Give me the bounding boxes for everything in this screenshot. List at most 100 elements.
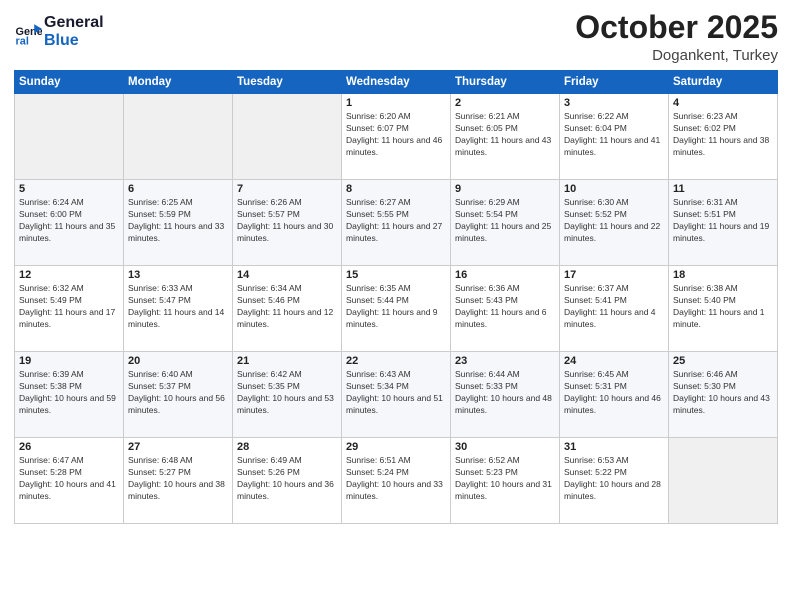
day-number: 19 [19,355,119,367]
day-number: 31 [564,441,664,453]
day-number: 25 [673,355,773,367]
table-row: 6 Sunrise: 6:25 AM Sunset: 5:59 PM Daylig… [124,180,233,266]
day-info: Sunrise: 6:40 AM Sunset: 5:37 PM Dayligh… [128,369,228,417]
day-number: 13 [128,269,228,281]
table-row: 22 Sunrise: 6:43 AM Sunset: 5:34 PM Dayli… [342,352,451,438]
day-number: 6 [128,183,228,195]
day-info: Sunrise: 6:51 AM Sunset: 5:24 PM Dayligh… [346,455,446,503]
table-row [124,94,233,180]
day-info: Sunrise: 6:53 AM Sunset: 5:22 PM Dayligh… [564,455,664,503]
table-row: 17Sunrise: 6:37 AM Sunset: 5:41 PM Dayli… [560,266,669,352]
day-info: Sunrise: 6:23 AM Sunset: 6:02 PM Dayligh… [673,111,773,159]
day-number: 27 [128,441,228,453]
table-row: 16 Sunrise: 6:36 AM Sunset: 5:43 PM Dayli… [451,266,560,352]
col-thursday: Thursday [451,71,560,94]
day-info: Sunrise: 6:48 AM Sunset: 5:27 PM Dayligh… [128,455,228,503]
day-info: Sunrise: 6:20 AM Sunset: 6:07 PM Dayligh… [346,111,446,159]
table-row [233,94,342,180]
table-row: 26Sunrise: 6:47 AM Sunset: 5:28 PM Dayli… [15,438,124,524]
calendar-week-row: 12 Sunrise: 6:32 AM Sunset: 5:49 PM Dayli… [15,266,778,352]
day-number: 29 [346,441,446,453]
table-row: 1 Sunrise: 6:20 AM Sunset: 6:07 PM Daylig… [342,94,451,180]
page: Gene ral General Blue October 2025 Dogan… [0,0,792,612]
day-info: Sunrise: 6:47 AM Sunset: 5:28 PM Dayligh… [19,455,119,503]
day-number: 10 [564,183,664,195]
calendar-week-row: 1 Sunrise: 6:20 AM Sunset: 6:07 PM Daylig… [15,94,778,180]
table-row: 3 Sunrise: 6:22 AM Sunset: 6:04 PM Daylig… [560,94,669,180]
table-row: 14Sunrise: 6:34 AM Sunset: 5:46 PM Dayli… [233,266,342,352]
day-info: Sunrise: 6:21 AM Sunset: 6:05 PM Dayligh… [455,111,555,159]
day-info: Sunrise: 6:44 AM Sunset: 5:33 PM Dayligh… [455,369,555,417]
day-info: Sunrise: 6:42 AM Sunset: 5:35 PM Dayligh… [237,369,337,417]
day-number: 18 [673,269,773,281]
day-info: Sunrise: 6:49 AM Sunset: 5:26 PM Dayligh… [237,455,337,503]
table-row: 30 Sunrise: 6:52 AM Sunset: 5:23 PM Dayli… [451,438,560,524]
table-row: 23 Sunrise: 6:44 AM Sunset: 5:33 PM Dayli… [451,352,560,438]
day-info: Sunrise: 6:38 AM Sunset: 5:40 PM Dayligh… [673,283,773,331]
day-info: Sunrise: 6:43 AM Sunset: 5:34 PM Dayligh… [346,369,446,417]
table-row: 8Sunrise: 6:27 AM Sunset: 5:55 PM Daylig… [342,180,451,266]
day-number: 20 [128,355,228,367]
table-row: 25 Sunrise: 6:46 AM Sunset: 5:30 PM Dayli… [669,352,778,438]
day-number: 15 [346,269,446,281]
table-row [669,438,778,524]
logo: Gene ral General Blue [14,14,104,49]
col-friday: Friday [560,71,669,94]
day-info: Sunrise: 6:52 AM Sunset: 5:23 PM Dayligh… [455,455,555,503]
table-row: 4Sunrise: 6:23 AM Sunset: 6:02 PM Daylig… [669,94,778,180]
table-row: 31 Sunrise: 6:53 AM Sunset: 5:22 PM Dayli… [560,438,669,524]
table-row: 20 Sunrise: 6:40 AM Sunset: 5:37 PM Dayli… [124,352,233,438]
calendar-header-row: Sunday Monday Tuesday Wednesday Thursday… [15,71,778,94]
logo-blue: Blue [44,32,79,49]
table-row: 12 Sunrise: 6:32 AM Sunset: 5:49 PM Dayli… [15,266,124,352]
day-number: 16 [455,269,555,281]
logo-icon: Gene ral [14,18,42,46]
table-row: 18 Sunrise: 6:38 AM Sunset: 5:40 PM Dayli… [669,266,778,352]
day-info: Sunrise: 6:46 AM Sunset: 5:30 PM Dayligh… [673,369,773,417]
calendar-week-row: 26Sunrise: 6:47 AM Sunset: 5:28 PM Dayli… [15,438,778,524]
day-number: 21 [237,355,337,367]
day-info: Sunrise: 6:35 AM Sunset: 5:44 PM Dayligh… [346,283,446,331]
svg-text:ral: ral [16,35,29,46]
col-monday: Monday [124,71,233,94]
table-row: 9Sunrise: 6:29 AM Sunset: 5:54 PM Daylig… [451,180,560,266]
day-info: Sunrise: 6:22 AM Sunset: 6:04 PM Dayligh… [564,111,664,159]
day-number: 22 [346,355,446,367]
location-title: Dogankent, Turkey [575,47,778,64]
header: Gene ral General Blue October 2025 Dogan… [14,10,778,64]
day-number: 17 [564,269,664,281]
day-info: Sunrise: 6:32 AM Sunset: 5:49 PM Dayligh… [19,283,119,331]
day-info: Sunrise: 6:29 AM Sunset: 5:54 PM Dayligh… [455,197,555,245]
day-number: 28 [237,441,337,453]
day-number: 30 [455,441,555,453]
month-title: October 2025 [575,10,778,45]
col-tuesday: Tuesday [233,71,342,94]
table-row: 29 Sunrise: 6:51 AM Sunset: 5:24 PM Dayli… [342,438,451,524]
day-number: 1 [346,97,446,109]
col-wednesday: Wednesday [342,71,451,94]
table-row: 27 Sunrise: 6:48 AM Sunset: 5:27 PM Dayli… [124,438,233,524]
day-info: Sunrise: 6:24 AM Sunset: 6:00 PM Dayligh… [19,197,119,245]
day-info: Sunrise: 6:26 AM Sunset: 5:57 PM Dayligh… [237,197,337,245]
day-number: 3 [564,97,664,109]
day-number: 12 [19,269,119,281]
table-row: 7Sunrise: 6:26 AM Sunset: 5:57 PM Daylig… [233,180,342,266]
table-row: 5Sunrise: 6:24 AM Sunset: 6:00 PM Daylig… [15,180,124,266]
table-row [15,94,124,180]
col-sunday: Sunday [15,71,124,94]
day-info: Sunrise: 6:36 AM Sunset: 5:43 PM Dayligh… [455,283,555,331]
day-number: 2 [455,97,555,109]
day-info: Sunrise: 6:25 AM Sunset: 5:59 PM Dayligh… [128,197,228,245]
day-info: Sunrise: 6:30 AM Sunset: 5:52 PM Dayligh… [564,197,664,245]
table-row: 15 Sunrise: 6:35 AM Sunset: 5:44 PM Dayli… [342,266,451,352]
day-number: 23 [455,355,555,367]
calendar-table: Sunday Monday Tuesday Wednesday Thursday… [14,70,778,524]
day-info: Sunrise: 6:34 AM Sunset: 5:46 PM Dayligh… [237,283,337,331]
calendar-week-row: 5Sunrise: 6:24 AM Sunset: 6:00 PM Daylig… [15,180,778,266]
table-row: 21 Sunrise: 6:42 AM Sunset: 5:35 PM Dayli… [233,352,342,438]
table-row: 11Sunrise: 6:31 AM Sunset: 5:51 PM Dayli… [669,180,778,266]
day-info: Sunrise: 6:45 AM Sunset: 5:31 PM Dayligh… [564,369,664,417]
col-saturday: Saturday [669,71,778,94]
day-info: Sunrise: 6:33 AM Sunset: 5:47 PM Dayligh… [128,283,228,331]
day-info: Sunrise: 6:27 AM Sunset: 5:55 PM Dayligh… [346,197,446,245]
